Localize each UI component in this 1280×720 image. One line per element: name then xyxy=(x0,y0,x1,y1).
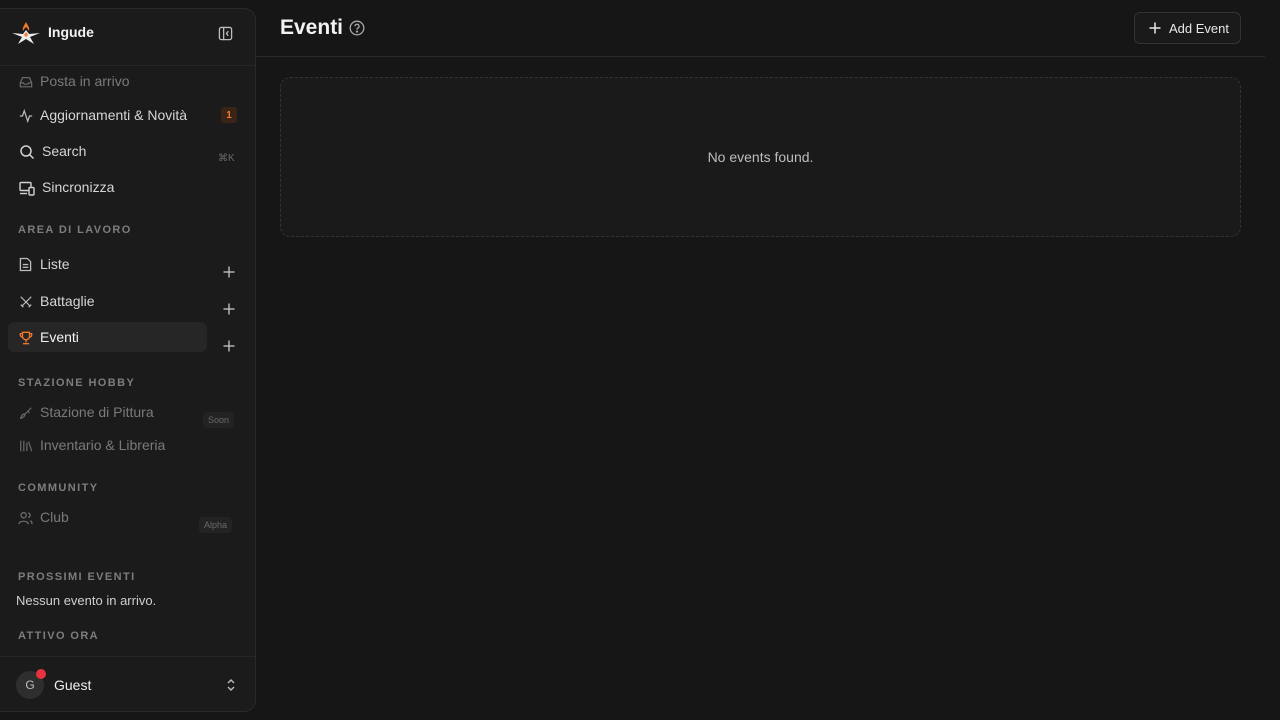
nav-item-events[interactable]: Eventi xyxy=(8,322,207,352)
nav-item-label: Posta in arrivo xyxy=(40,73,130,89)
brush-icon xyxy=(18,405,33,420)
nav-item-label: Aggiornamenti & Novità xyxy=(40,107,188,123)
nav-item-label: Stazione di Pittura xyxy=(40,404,154,420)
activity-icon xyxy=(18,108,33,123)
empty-message: No events found. xyxy=(707,149,814,165)
add-event-button[interactable]: Add Event xyxy=(1134,12,1241,44)
nav-item-label: Battaglie xyxy=(40,293,95,309)
nav-item-battles[interactable]: Battaglie xyxy=(8,286,207,316)
soon-badge: Soon xyxy=(203,412,235,428)
alpha-badge: Alpha xyxy=(199,517,233,533)
nav-item-label: Liste xyxy=(40,256,70,272)
app-name: Ingude xyxy=(48,24,94,40)
nav-item-label: Club xyxy=(40,509,69,525)
upcoming-events-title: PROSSIMI EVENTI xyxy=(18,571,136,583)
search-shortcut: ⌘K xyxy=(218,153,235,164)
nav-item-club[interactable]: Club xyxy=(8,502,207,532)
nav-item-label: Search xyxy=(42,143,87,159)
search-icon xyxy=(18,143,35,160)
workspace-section-title: AREA DI LAVORO xyxy=(18,224,132,236)
nav-item-search[interactable]: Search xyxy=(8,136,247,166)
sidebar: Ingude Posta in arrivo Aggiornamenti & N… xyxy=(0,8,256,712)
hobby-section-title: STAZIONE HOBBY xyxy=(18,377,136,389)
events-empty-state: No events found. xyxy=(280,77,1241,237)
user-name: Guest xyxy=(54,677,92,693)
community-section-title: COMMUNITY xyxy=(18,482,99,494)
nav-item-lists[interactable]: Liste xyxy=(8,249,207,279)
users-icon xyxy=(18,510,33,525)
trophy-icon xyxy=(18,330,33,345)
sidebar-collapse-icon[interactable] xyxy=(215,24,235,42)
devices-icon xyxy=(18,180,35,197)
updates-count-badge: 1 xyxy=(221,107,237,123)
nav-item-inventory[interactable]: Inventario & Libreria xyxy=(8,430,207,460)
plus-icon xyxy=(1149,22,1161,34)
nav-item-label: Eventi xyxy=(40,329,79,345)
swords-icon xyxy=(18,294,33,309)
chevron-up-down-icon[interactable] xyxy=(224,677,238,693)
inbox-icon xyxy=(18,74,33,89)
help-icon[interactable] xyxy=(349,20,365,36)
file-text-icon xyxy=(18,257,33,272)
user-menu[interactable]: G Guest xyxy=(0,656,255,711)
add-battle-icon[interactable] xyxy=(220,300,238,318)
page-header: Eventi Add Event xyxy=(256,0,1265,57)
sidebar-header: Ingude xyxy=(0,9,255,57)
nav-item-painting-station[interactable]: Stazione di Pittura xyxy=(8,397,207,427)
nav-item-inbox[interactable]: Posta in arrivo xyxy=(8,66,207,96)
nav-item-updates[interactable]: Aggiornamenti & Novità xyxy=(8,100,247,130)
add-event-label: Add Event xyxy=(1169,20,1229,36)
nav-item-sync[interactable]: Sincronizza xyxy=(8,172,207,202)
status-dot xyxy=(36,669,46,679)
app-logo[interactable] xyxy=(11,21,41,45)
library-icon xyxy=(18,438,33,453)
add-list-icon[interactable] xyxy=(220,263,238,281)
page-title: Eventi xyxy=(280,16,344,39)
upcoming-events-empty: Nessun evento in arrivo. xyxy=(16,593,157,608)
nav-item-label: Sincronizza xyxy=(42,179,115,195)
active-now-title: ATTIVO ORA xyxy=(18,630,100,642)
nav-item-label: Inventario & Libreria xyxy=(40,437,166,453)
add-event-sidebar-icon[interactable] xyxy=(220,337,238,355)
